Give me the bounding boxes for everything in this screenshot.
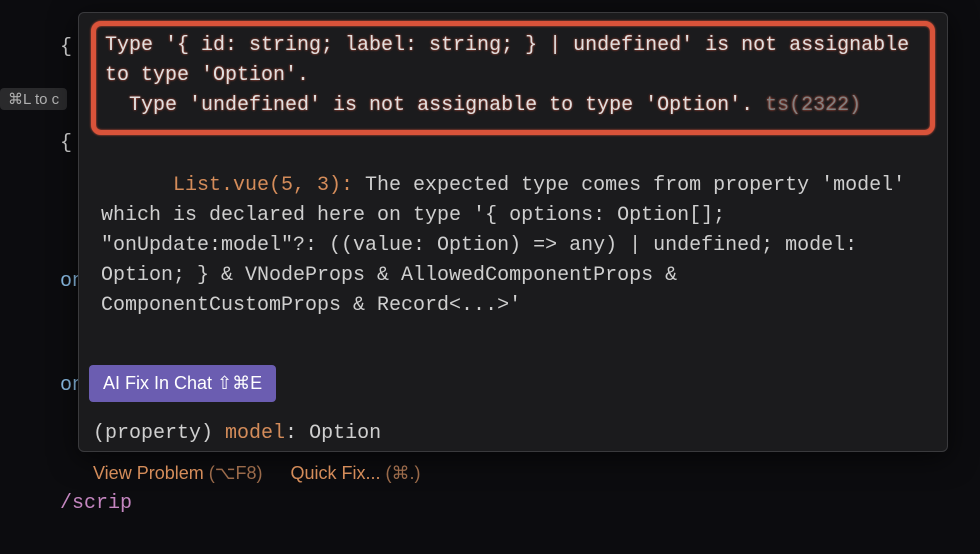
sig-name: model — [225, 422, 285, 445]
related-info: List.vue(5, 3): The expected type comes … — [101, 141, 925, 351]
view-problem-link[interactable]: View Problem (⌥F8) — [93, 463, 262, 484]
ai-fix-button[interactable]: AI Fix In Chat ⇧⌘E — [89, 365, 276, 402]
signature: (property) model: Option — [79, 414, 947, 453]
error-message-line2: Type 'undefined' is not assignable to ty… — [105, 91, 921, 121]
sig-colon: : — [285, 422, 309, 445]
error-highlight: Type '{ id: string; label: string; } | u… — [91, 21, 935, 135]
error-message-line1: Type '{ id: string; label: string; } | u… — [105, 31, 921, 91]
ts-error-code: ts(2322) — [765, 94, 861, 117]
hover-tooltip: Type '{ id: string; label: string; } | u… — [78, 12, 948, 452]
shortcut-text: (⌥F8) — [209, 463, 263, 483]
shortcut-text: (⌘.) — [385, 463, 420, 483]
shortcut-hint: ⌘L to c — [0, 88, 67, 110]
related-file-link[interactable]: List.vue(5, 3): — [173, 174, 365, 197]
hover-actions: View Problem (⌥F8) Quick Fix... (⌘.) — [79, 457, 947, 496]
quick-fix-link[interactable]: Quick Fix... (⌘.) — [290, 463, 420, 484]
sig-paren: (property) — [93, 422, 225, 445]
sig-type: Option — [309, 422, 381, 445]
